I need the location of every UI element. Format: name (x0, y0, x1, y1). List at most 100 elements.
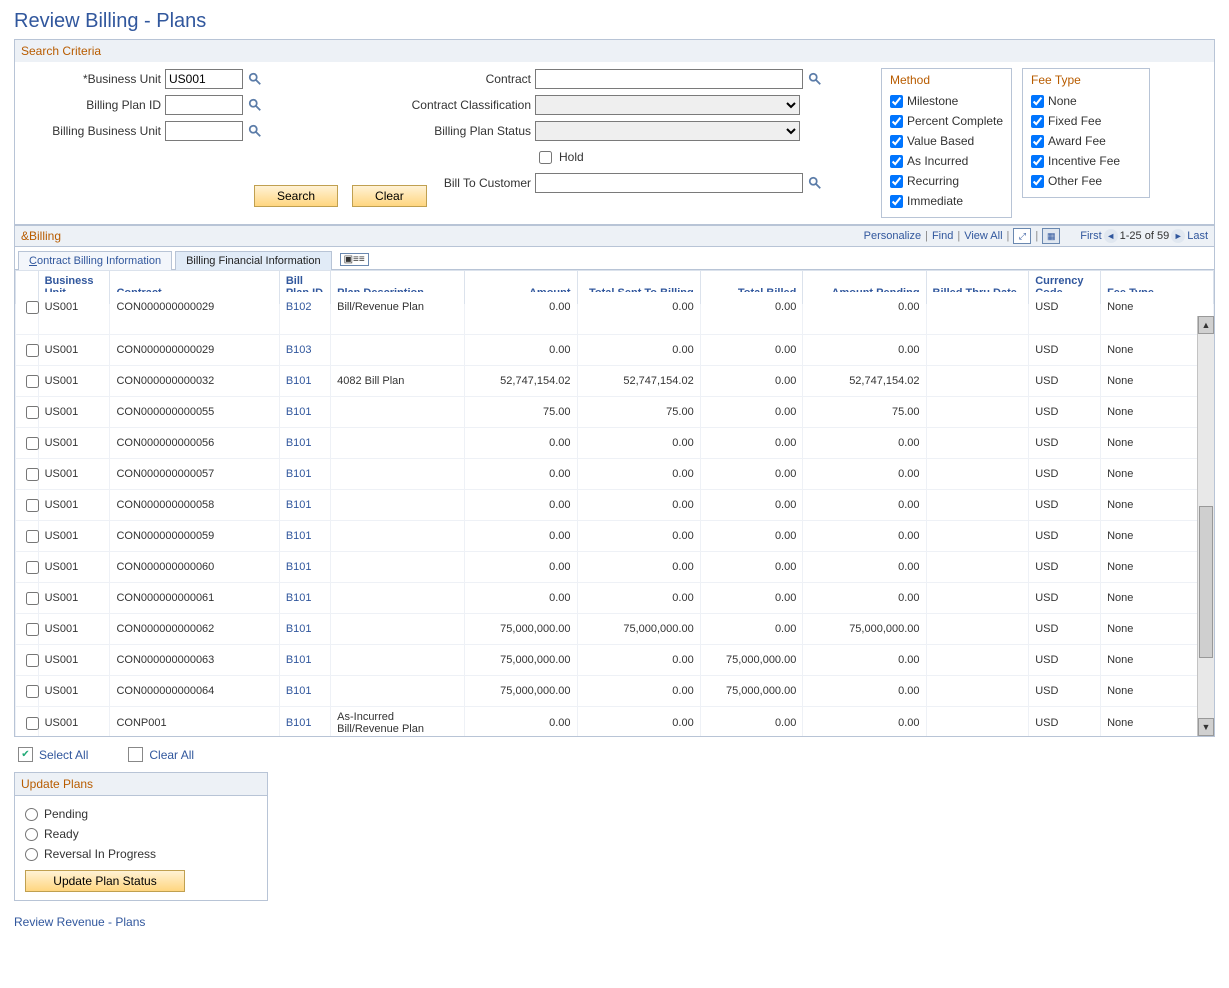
cell-total-billed: 0.00 (700, 366, 803, 397)
table-row: US001CON000000000062B10175,000,000.0075,… (16, 614, 1214, 645)
cell-bill-plan-id[interactable]: B101 (279, 428, 330, 459)
cell-bill-plan-id[interactable]: B101 (279, 707, 330, 737)
cell-business-unit: US001 (38, 292, 110, 323)
row-checkbox[interactable] (26, 685, 39, 698)
cell-bill-plan-id[interactable]: B101 (279, 552, 330, 583)
lookup-icon[interactable] (247, 123, 263, 139)
cell-bill-plan-id[interactable]: B101 (279, 676, 330, 707)
tab-billing-financial-info[interactable]: Billing Financial Information (175, 251, 332, 270)
business-unit-input[interactable] (165, 69, 243, 89)
cell-bill-plan-id[interactable]: B101 (279, 614, 330, 645)
billing-plan-status-select[interactable] (535, 121, 800, 141)
row-checkbox[interactable] (26, 561, 39, 574)
row-checkbox[interactable] (26, 301, 39, 314)
cell-bill-plan-id[interactable]: B101 (279, 490, 330, 521)
cell-total-billed: 75,000,000.00 (700, 676, 803, 707)
cell-amount-pending: 0.00 (803, 428, 926, 459)
cell-bill-plan-id[interactable]: B101 (279, 459, 330, 490)
row-checkbox[interactable] (26, 437, 39, 450)
next-arrow-icon[interactable]: ► (1171, 229, 1185, 243)
row-checkbox[interactable] (26, 468, 39, 481)
cell-amount: 0.00 (464, 292, 577, 323)
cell-billed-thru (926, 645, 1029, 676)
first-link[interactable]: First (1080, 230, 1101, 242)
grid-scrollbar[interactable]: ▲ ▼ (1197, 316, 1214, 736)
method-checkbox[interactable] (890, 135, 903, 148)
billing-business-unit-input[interactable] (165, 121, 243, 141)
cell-total-sent: 52,747,154.02 (577, 366, 700, 397)
row-checkbox[interactable] (26, 592, 39, 605)
cell-amount-pending: 0.00 (803, 707, 926, 737)
prev-arrow-icon[interactable]: ◄ (1104, 229, 1118, 243)
billing-plan-id-input[interactable] (165, 95, 243, 115)
scroll-up-icon[interactable]: ▲ (1198, 316, 1214, 334)
cell-contract: CON000000000055 (110, 397, 279, 428)
find-link[interactable]: Find (932, 230, 953, 242)
clear-button[interactable]: Clear (352, 185, 427, 207)
cell-bill-plan-id[interactable]: B101 (279, 397, 330, 428)
cell-contract: CON000000000063 (110, 645, 279, 676)
method-checkbox[interactable] (890, 155, 903, 168)
table-row: US001CON000000000056B1010.000.000.000.00… (16, 428, 1214, 459)
cell-amount: 0.00 (464, 707, 577, 737)
row-checkbox[interactable] (26, 406, 39, 419)
row-checkbox[interactable] (26, 344, 39, 357)
select-all-link[interactable]: ✔ Select All (18, 747, 88, 762)
lookup-icon[interactable] (807, 71, 823, 87)
row-checkbox[interactable] (26, 375, 39, 388)
last-link[interactable]: Last (1187, 230, 1208, 242)
method-checkbox[interactable] (890, 115, 903, 128)
cell-currency: USD (1029, 490, 1101, 521)
cell-contract: CON000000000029 (110, 292, 279, 323)
radio-pending[interactable] (25, 808, 38, 821)
cell-business-unit: US001 (38, 366, 110, 397)
radio-ready[interactable] (25, 828, 38, 841)
tab-contract-billing-info[interactable]: CContract Billing Informationontract Bil… (18, 251, 172, 270)
search-button[interactable]: Search (254, 185, 338, 207)
clear-all-link[interactable]: Clear All (128, 747, 194, 762)
cell-total-sent: 0.00 (577, 676, 700, 707)
cell-plan-description (331, 428, 464, 459)
row-checkbox[interactable] (26, 499, 39, 512)
row-checkbox[interactable] (26, 623, 39, 636)
cell-total-sent: 75.00 (577, 397, 700, 428)
lookup-icon[interactable] (247, 71, 263, 87)
cell-bill-plan-id[interactable]: B102 (279, 292, 330, 323)
hold-checkbox[interactable] (539, 151, 552, 164)
personalize-link[interactable]: Personalize (864, 230, 921, 242)
cell-bill-plan-id[interactable]: B103 (279, 335, 330, 366)
feetype-checkbox[interactable] (1031, 135, 1044, 148)
scroll-thumb[interactable] (1199, 506, 1213, 658)
feetype-checkbox[interactable] (1031, 115, 1044, 128)
update-plan-status-button[interactable]: Update Plan Status (25, 870, 185, 892)
cell-total-sent: 0.00 (577, 428, 700, 459)
scroll-down-icon[interactable]: ▼ (1198, 718, 1214, 736)
cell-total-billed: 0.00 (700, 707, 803, 737)
label-billing-plan-status: Billing Plan Status (361, 124, 531, 138)
cell-currency: USD (1029, 366, 1101, 397)
cell-plan-description (331, 490, 464, 521)
lookup-icon[interactable] (247, 97, 263, 113)
cell-bill-plan-id[interactable]: B101 (279, 521, 330, 552)
feetype-checkbox[interactable] (1031, 95, 1044, 108)
cell-bill-plan-id[interactable]: B101 (279, 645, 330, 676)
row-checkbox[interactable] (26, 530, 39, 543)
cell-billed-thru (926, 459, 1029, 490)
contract-classification-select[interactable] (535, 95, 800, 115)
method-checkbox[interactable] (890, 95, 903, 108)
radio-reversal[interactable] (25, 848, 38, 861)
feetype-checkbox[interactable] (1031, 155, 1044, 168)
row-checkbox[interactable] (26, 654, 39, 667)
cell-bill-plan-id[interactable]: B101 (279, 583, 330, 614)
cell-bill-plan-id[interactable]: B101 (279, 366, 330, 397)
cell-amount: 52,747,154.02 (464, 366, 577, 397)
table-row: US001CON000000000029B1030.000.000.000.00… (16, 335, 1214, 366)
view-all-link[interactable]: View All (964, 230, 1002, 242)
show-all-columns-icon[interactable]: ▣≡≡ (340, 253, 369, 266)
cell-amount: 0.00 (464, 583, 577, 614)
contract-input[interactable] (535, 69, 803, 89)
zoom-icon[interactable]: ⤢ (1013, 228, 1031, 244)
download-icon[interactable]: ▦ (1042, 228, 1060, 244)
row-checkbox[interactable] (26, 717, 39, 730)
review-revenue-plans-link[interactable]: Review Revenue - Plans (14, 915, 145, 929)
